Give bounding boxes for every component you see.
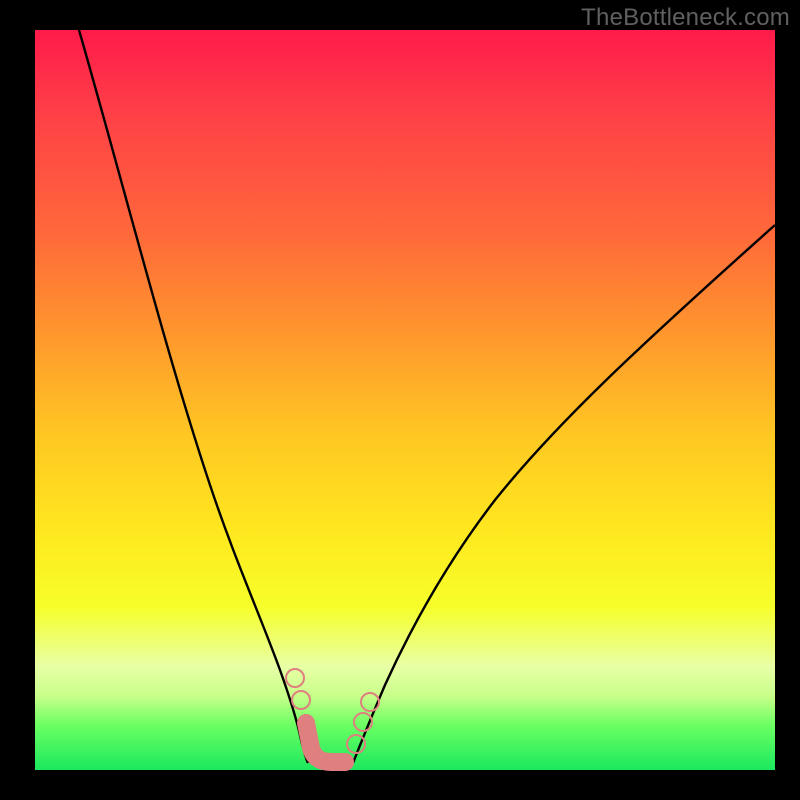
left-curve — [79, 30, 308, 763]
trough-marker — [294, 677, 371, 762]
curves-layer — [35, 30, 775, 770]
right-curve — [353, 225, 775, 763]
chart-frame: TheBottleneck.com — [0, 0, 800, 800]
watermark-text: TheBottleneck.com — [581, 4, 790, 32]
